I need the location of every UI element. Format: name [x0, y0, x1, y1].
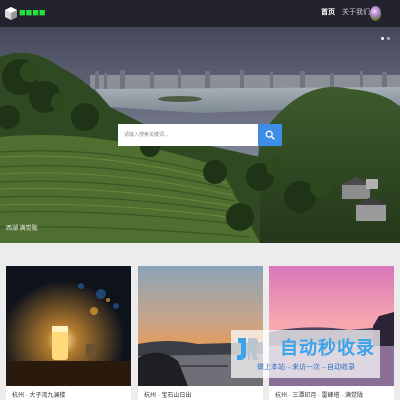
- cube-icon: [5, 7, 17, 20]
- nav-home-link[interactable]: 首页: [321, 8, 335, 18]
- watermark-title: 自动秒收录: [280, 338, 375, 358]
- hero-banner: 西湖 满觉陇: [0, 27, 400, 243]
- carousel-dots: [381, 37, 390, 40]
- card-title: 杭州 · 三潭印月 · 雷峰塔 · 满觉陇: [275, 393, 363, 399]
- site-logo-text: ■■■■: [19, 7, 46, 19]
- user-avatar[interactable]: [370, 6, 381, 21]
- card-title: 杭州 · 宝石山日出: [144, 393, 192, 399]
- carousel-dot-2[interactable]: [387, 37, 390, 40]
- card-title: 杭州 · 大子湾九澜楼: [12, 393, 66, 399]
- search-input[interactable]: [118, 124, 258, 146]
- hero-caption: 西湖 满觉陇: [6, 226, 38, 232]
- photo-card[interactable]: 杭州 · 大子湾九澜楼: [6, 266, 131, 400]
- watermark-subtitle: 做上本站→来访一次→自动收录: [257, 364, 355, 371]
- card-image-candle: [6, 266, 131, 386]
- jr-logo-icon: [237, 338, 258, 360]
- carousel-dot-1[interactable]: [381, 37, 384, 40]
- watermark-badge[interactable]: 自动秒收录 做上本站→来访一次→自动收录: [231, 330, 380, 378]
- search-button[interactable]: [258, 124, 282, 146]
- search-icon: [265, 130, 275, 140]
- nav-about-link[interactable]: 关于我们: [342, 8, 370, 18]
- site-logo[interactable]: ■■■■: [5, 6, 46, 21]
- top-navbar: ■■■■ 首页 关于我们: [0, 0, 400, 27]
